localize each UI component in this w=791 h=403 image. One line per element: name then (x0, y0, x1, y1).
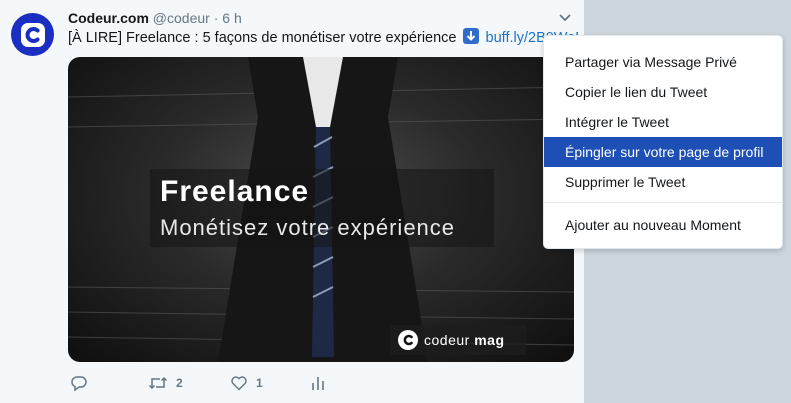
brand-text: codeur mag (424, 332, 505, 348)
menu-item-share-dm[interactable]: Partager via Message Privé (544, 47, 782, 77)
retweet-count: 2 (176, 376, 183, 390)
retweet-icon (148, 376, 168, 390)
tweet-text-container: [À LIRE] Freelance : 5 façons de monétis… (68, 28, 578, 47)
tweet[interactable]: Codeur.com @codeur · 6 h [À LIRE] Freela… (0, 0, 584, 403)
retweet-button[interactable]: 2 (148, 374, 183, 392)
codeur-mag-logo-icon (398, 330, 418, 350)
tweet-header: Codeur.com @codeur · 6 h (68, 9, 242, 27)
media-brand: codeur mag (390, 325, 526, 355)
analytics-icon (312, 377, 324, 390)
media-subtitle: Monétisez votre expérience (160, 215, 456, 240)
menu-item-embed[interactable]: Intégrer le Tweet (544, 107, 782, 137)
avatar[interactable] (11, 13, 54, 56)
menu-item-pin[interactable]: Épingler sur votre page de profil (544, 137, 782, 167)
chevron-down-icon[interactable] (557, 12, 573, 24)
tweet-text: [À LIRE] Freelance : 5 façons de monétis… (68, 30, 457, 46)
reply-icon (71, 376, 87, 392)
author-name[interactable]: Codeur.com (68, 10, 149, 26)
codeur-logo-icon (20, 22, 45, 47)
separator: · (213, 10, 219, 26)
like-count: 1 (256, 376, 263, 390)
menu-item-delete[interactable]: Supprimer le Tweet (544, 167, 782, 197)
tweet-options-menu: Partager via Message Privé Copier le lie… (543, 35, 783, 249)
media-title: Freelance (160, 175, 310, 208)
menu-item-add-moment[interactable]: Ajouter au nouveau Moment (544, 210, 782, 240)
analytics-button[interactable] (310, 374, 326, 392)
menu-item-copy-link[interactable]: Copier le lien du Tweet (544, 77, 782, 107)
heart-icon (231, 376, 247, 391)
tweet-media[interactable]: Freelance Monétisez votre expérience cod… (68, 57, 574, 362)
tweet-time[interactable]: 6 h (222, 10, 241, 26)
author-handle[interactable]: @codeur (153, 10, 210, 26)
down-arrow-icon (462, 28, 479, 44)
menu-divider (544, 202, 782, 203)
like-button[interactable]: 1 (230, 374, 263, 392)
reply-button[interactable] (70, 374, 88, 392)
